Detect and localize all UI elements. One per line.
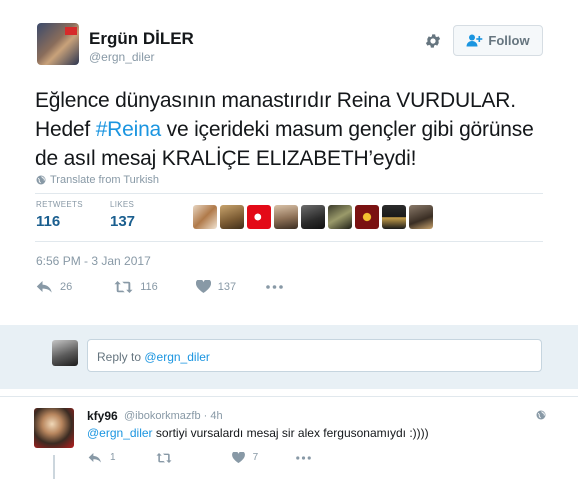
liker-avatar[interactable]: [274, 205, 298, 229]
reply-placeholder-mention: @ergn_diler: [144, 350, 210, 364]
liker-avatar[interactable]: [193, 205, 217, 229]
liker-avatar[interactable]: [382, 205, 406, 229]
reply-author-name[interactable]: kfy96: [87, 409, 118, 423]
thread-line: [53, 455, 55, 479]
follow-button[interactable]: Follow: [453, 25, 543, 56]
retweet-action[interactable]: [156, 452, 180, 463]
retweets-stat[interactable]: RETWEETS 116: [36, 200, 83, 230]
reply-icon: [88, 452, 101, 463]
liker-avatar[interactable]: [247, 205, 271, 229]
follow-label: Follow: [488, 33, 530, 48]
like-action[interactable]: 7: [231, 452, 259, 463]
reply-author-handle[interactable]: @ibokorkmazfb · 4h: [124, 410, 223, 422]
hashtag-link[interactable]: #Reina: [96, 118, 162, 141]
globe-icon[interactable]: [536, 410, 546, 420]
retweet-action[interactable]: 116: [114, 280, 158, 293]
likes-stat[interactable]: LIKES 137: [110, 200, 135, 230]
reply-action[interactable]: 1: [88, 452, 116, 463]
current-user-avatar[interactable]: [52, 340, 78, 366]
reply-actions: 1 7: [88, 452, 311, 463]
author-handle[interactable]: @ergn_diler: [89, 50, 155, 64]
like-action[interactable]: 137: [195, 280, 237, 293]
likes-count: 137: [110, 213, 136, 230]
retweet-icon: [114, 280, 133, 293]
reply-author-avatar[interactable]: [34, 408, 74, 448]
divider: [35, 193, 543, 194]
tweet-actions: 26 116 137: [36, 280, 283, 293]
divider: [35, 241, 543, 242]
liker-avatar[interactable]: [220, 205, 244, 229]
like-count: 137: [217, 280, 237, 293]
tweet-timestamp[interactable]: 6:56 PM - 3 Jan 2017: [36, 254, 151, 268]
liker-avatar[interactable]: [355, 205, 379, 229]
reply-count: 26: [60, 280, 73, 293]
tweet-text: Eğlence dünyasının manastırıdır Reina VU…: [35, 86, 555, 173]
translate-label: Translate from Turkish: [50, 174, 160, 186]
author-avatar[interactable]: [37, 23, 79, 65]
reply-text-body: sortiyi vursalardı mesaj sir alex fergus…: [152, 426, 429, 440]
globe-icon: [36, 175, 46, 185]
retweet-count: 116: [140, 280, 158, 293]
liker-avatar[interactable]: [328, 205, 352, 229]
more-icon: [266, 284, 283, 289]
reply-input[interactable]: Reply to @ergn_diler: [87, 339, 542, 372]
like-icon: [195, 280, 211, 293]
reply-count: 1: [110, 452, 116, 463]
more-action[interactable]: [296, 455, 311, 460]
follow-user-icon: [466, 34, 483, 47]
more-icon: [296, 455, 311, 460]
likes-label: LIKES: [110, 200, 135, 209]
retweets-count: 116: [36, 213, 61, 230]
likers-avatars: [193, 205, 433, 229]
author-name[interactable]: Ergün DİLER: [89, 29, 194, 49]
liker-avatar[interactable]: [301, 205, 325, 229]
liker-avatar[interactable]: [409, 205, 433, 229]
reply-action[interactable]: 26: [36, 280, 72, 293]
like-icon: [231, 452, 245, 463]
like-count: 7: [252, 452, 259, 463]
retweet-icon: [156, 452, 172, 463]
reply-placeholder: Reply to: [97, 350, 145, 364]
more-action[interactable]: [266, 284, 283, 289]
retweets-label: RETWEETS: [36, 200, 83, 209]
reply-mention-link[interactable]: @ergn_diler: [87, 426, 153, 440]
reply-text: @ergn_diler sortiyi vursalardı mesaj sir…: [87, 426, 429, 440]
gear-icon[interactable]: [424, 32, 442, 50]
tweet-card: Ergün DİLER @ergn_diler Follow Eğlence d…: [0, 0, 578, 325]
reply-icon: [36, 281, 52, 293]
translate-link[interactable]: Translate from Turkish: [36, 174, 159, 186]
